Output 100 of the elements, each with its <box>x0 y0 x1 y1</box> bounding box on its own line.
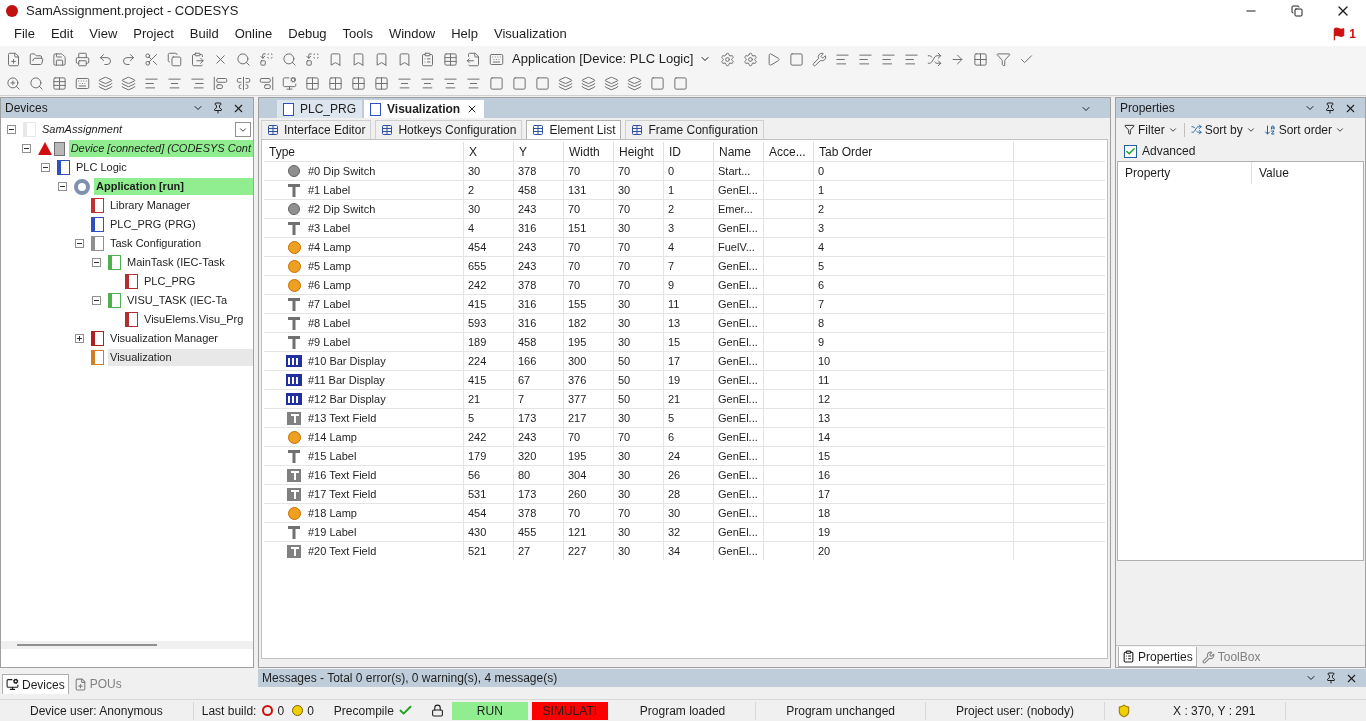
editor-subtab[interactable]: Element List <box>526 120 622 139</box>
tree-item[interactable]: Visualization <box>108 349 253 366</box>
bar-chart-icon <box>286 355 302 367</box>
table-cell: 378 <box>514 504 564 522</box>
sort-order-button[interactable]: Sort order <box>1263 120 1346 139</box>
application-selector[interactable]: Application [Device: PLC Logic] <box>508 49 716 69</box>
table-cell: GenEl... <box>714 314 764 332</box>
tree-item[interactable]: Library Manager <box>108 197 253 214</box>
table-cell: 56 <box>464 466 514 484</box>
save-icon <box>51 51 67 67</box>
messages-panel-header[interactable]: Messages - Total 0 error(s), 0 warning(s), 4 message(s) <box>258 669 1366 687</box>
panel-tab[interactable]: Properties <box>1118 647 1197 667</box>
filter-icon <box>995 51 1011 67</box>
element-type-cell: #19 Label <box>264 523 464 541</box>
document-icon <box>108 293 121 308</box>
menu-item[interactable]: File <box>6 24 43 44</box>
expand-icon[interactable] <box>74 334 84 343</box>
table-cell: GenEl... <box>714 390 764 408</box>
table-cell: 70 <box>614 238 664 256</box>
tree-item[interactable]: MainTask (IEC-Task <box>125 254 253 271</box>
editor-tab[interactable]: PLC_PRG <box>277 100 363 118</box>
column-header[interactable]: Value <box>1252 162 1363 184</box>
table-cell: 18 <box>814 504 1014 522</box>
filter-button[interactable]: Filter <box>1124 120 1178 139</box>
table-cell: 2 <box>464 181 514 199</box>
table-cell: 70 <box>564 162 614 180</box>
lamp-icon <box>287 240 301 254</box>
table-icon <box>442 51 458 67</box>
editor-tab[interactable]: Visualization <box>364 100 485 118</box>
editor-subtab[interactable]: Hotkeys Configuration <box>375 120 523 139</box>
restore-icon <box>1291 5 1303 17</box>
table-cell: 13 <box>814 409 1014 427</box>
element-type-cell: #3 Label <box>264 219 464 237</box>
column-header[interactable]: Property <box>1118 162 1252 184</box>
advanced-checkbox[interactable] <box>1124 144 1137 158</box>
pin-icon <box>212 102 224 114</box>
align-middle-icon <box>235 76 251 91</box>
menu-item[interactable]: Window <box>380 24 444 44</box>
tree-item[interactable]: VISU_TASK (IEC-Ta <box>125 292 253 309</box>
menu-item[interactable]: Debug <box>280 24 335 44</box>
tree-item[interactable]: Task Configuration <box>108 235 253 252</box>
menu-item[interactable]: Project <box>125 24 182 44</box>
menu-item[interactable]: Visualization <box>485 24 575 44</box>
table-cell: FuelV... <box>714 238 764 256</box>
clipboard-icon <box>1122 650 1135 663</box>
tree-item[interactable]: PLC Logic <box>74 159 253 176</box>
tree-item[interactable]: Device [connected] (CODESYS Cont <box>68 140 253 157</box>
element-type-cell: #17 Text Field <box>264 485 464 503</box>
table-cell: 26 <box>664 466 714 484</box>
table-cell: 195 <box>564 447 614 465</box>
scrollbar[interactable] <box>17 644 157 646</box>
menu-item[interactable]: Build <box>181 24 227 44</box>
collapse-icon[interactable] <box>40 163 50 172</box>
menu-item[interactable]: Edit <box>42 24 82 44</box>
table-cell: 6 <box>664 428 714 446</box>
table-cell: 173 <box>514 409 564 427</box>
collapse-icon[interactable] <box>6 125 16 134</box>
collapse-icon[interactable] <box>22 144 32 153</box>
gear-icon <box>74 178 90 195</box>
table-cell: GenEl... <box>714 542 764 560</box>
notification-badge[interactable]: 1 <box>1332 25 1356 43</box>
tree-item[interactable]: Visualization Manager <box>108 330 253 347</box>
table-cell: 5 <box>664 409 714 427</box>
menu-item[interactable]: View <box>81 24 126 44</box>
bar-chart-icon <box>286 393 302 405</box>
panel-tab[interactable]: POUs <box>70 674 125 694</box>
error-icon <box>262 705 274 716</box>
panel-tab[interactable]: Devices <box>2 674 69 694</box>
tree-item[interactable]: Application [run] <box>94 178 253 195</box>
sort-by-button[interactable]: Sort by <box>1190 120 1256 139</box>
tree-item[interactable]: VisuElems.Visu_Prg <box>142 311 253 328</box>
panel-tab[interactable]: ToolBox <box>1198 647 1264 667</box>
window-title: SamAssignment.project - CODESYS <box>26 2 240 21</box>
editor-subtab[interactable]: Interface Editor <box>261 120 372 139</box>
tree-item[interactable]: PLC_PRG <box>142 273 253 290</box>
align-right-icon <box>189 76 205 91</box>
dropdown-button[interactable] <box>235 122 251 137</box>
collapse-icon[interactable] <box>57 182 67 191</box>
table-cell: 260 <box>564 485 614 503</box>
editor-subtab[interactable]: Frame Configuration <box>625 120 764 139</box>
menu-item[interactable]: Help <box>443 24 486 44</box>
table-cell: 2 <box>814 200 1014 218</box>
menu-item[interactable]: Tools <box>334 24 381 44</box>
document-icon <box>370 102 382 116</box>
tree-item[interactable]: SamAssignment <box>40 121 253 138</box>
table-cell: 10 <box>814 352 1014 370</box>
table-cell: GenEl... <box>714 219 764 237</box>
table-cell: 521 <box>464 542 514 560</box>
table-cell: 7 <box>514 390 564 408</box>
table-cell: 70 <box>614 200 664 218</box>
collapse-icon[interactable] <box>74 239 84 248</box>
element-type-cell: #4 Lamp <box>264 238 464 256</box>
tree-item[interactable]: PLC_PRG (PRG) <box>108 216 253 233</box>
wrench-icon <box>811 51 827 67</box>
menu-item[interactable]: Online <box>226 24 281 44</box>
lamp-icon <box>287 259 301 273</box>
status-text: Project user: (nobody) <box>926 701 1106 720</box>
collapse-icon[interactable] <box>91 258 101 267</box>
collapse-icon[interactable] <box>91 296 101 305</box>
table-cell: 15 <box>664 333 714 351</box>
